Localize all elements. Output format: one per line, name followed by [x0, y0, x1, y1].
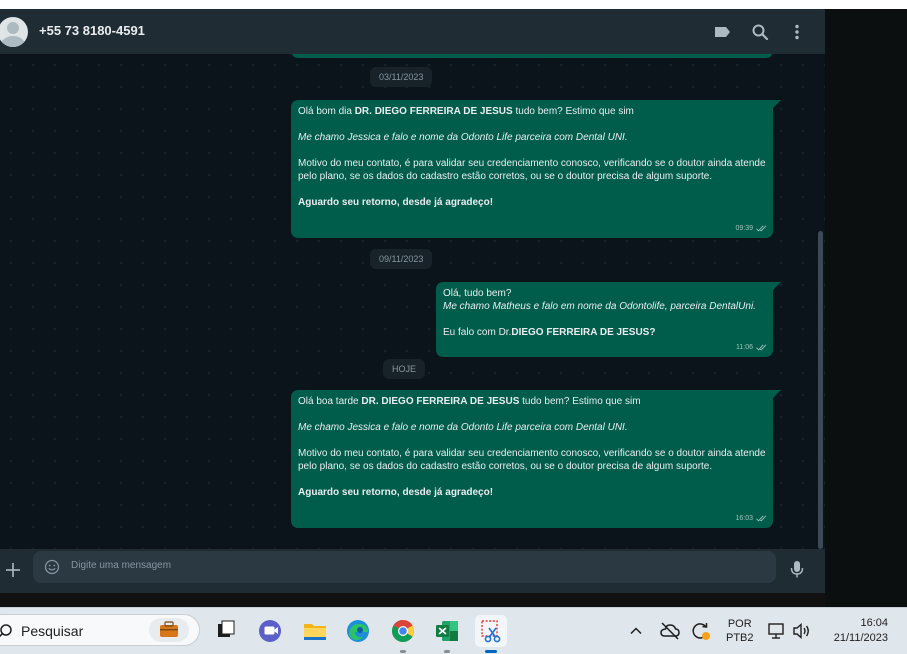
avatar[interactable]	[0, 17, 28, 47]
message-list[interactable]: 03/11/2023 Olá bom dia DR. DIEGO FERREIR…	[0, 54, 825, 549]
message-meta: 11:06	[736, 341, 768, 354]
clock-time: 16:04	[860, 617, 888, 629]
outgoing-message[interactable]: Olá bom dia DR. DIEGO FERREIRA DE JESUS …	[291, 100, 781, 238]
date-chip: HOJE	[383, 359, 426, 379]
windows-taskbar: Pesquisar POR PTB2 16:04 21/11/2023	[0, 607, 907, 654]
snipping-tool-app[interactable]	[475, 615, 507, 653]
system-clock[interactable]: 16:04 21/11/2023	[826, 616, 888, 646]
search-label: Pesquisar	[21, 623, 84, 639]
message-meta: 09:39	[735, 222, 768, 235]
date-chip: 03/11/2023	[370, 67, 433, 87]
language-code: POR	[727, 618, 752, 630]
chat-scrollbar[interactable]	[818, 231, 823, 549]
volume-icon[interactable]	[791, 621, 813, 641]
message-placeholder: Digite uma mensagem	[71, 560, 172, 571]
file-explorer-icon[interactable]	[299, 615, 331, 647]
edge-icon[interactable]	[342, 615, 374, 647]
label-icon[interactable]	[711, 21, 733, 43]
search-icon	[0, 624, 12, 638]
window-gap	[0, 593, 825, 607]
teams-icon[interactable]	[254, 615, 286, 647]
double-check-icon	[756, 515, 767, 522]
taskbar-search[interactable]: Pesquisar	[0, 614, 200, 646]
message-composer: Digite uma mensagem	[0, 549, 825, 593]
keyboard-layout: PTB2	[726, 632, 754, 644]
outgoing-message[interactable]: Olá boa tarde DR. DIEGO FERREIRA DE JESU…	[291, 390, 781, 528]
input-language[interactable]: POR PTB2	[726, 617, 754, 645]
task-view-icon[interactable]	[210, 615, 242, 647]
message-time: 09:39	[735, 225, 753, 232]
date-chip: 09/11/2023	[370, 249, 433, 269]
plus-icon[interactable]	[4, 559, 22, 581]
clock-date: 21/11/2023	[833, 632, 888, 644]
snipping-tool-icon	[481, 620, 501, 643]
search-icon[interactable]	[749, 21, 771, 43]
message-input[interactable]: Digite uma mensagem	[33, 551, 776, 583]
cloud-offline-icon[interactable]	[659, 621, 681, 641]
network-icon[interactable]	[767, 621, 787, 641]
menu-icon[interactable]	[786, 21, 808, 43]
sync-warning-icon[interactable]	[690, 620, 712, 642]
excel-app[interactable]	[431, 615, 463, 653]
background-window	[825, 9, 907, 607]
top-edge	[0, 0, 907, 9]
microphone-icon[interactable]	[789, 558, 805, 580]
chrome-app[interactable]	[387, 615, 419, 653]
chat-header: +55 73 8180-4591	[0, 9, 825, 54]
excel-icon	[436, 621, 458, 641]
outgoing-message[interactable]: Olá, tudo bem? Me chamo Matheus e falo e…	[436, 282, 781, 357]
whatsapp-chat-window: +55 73 8180-4591 03/11/2023 Olá bom dia …	[0, 9, 825, 593]
chrome-icon	[392, 620, 414, 642]
double-check-icon	[756, 344, 767, 351]
message-time: 11:06	[736, 344, 753, 351]
previous-message-edge	[291, 54, 773, 58]
chevron-up-icon[interactable]	[628, 623, 644, 639]
briefcase-icon	[149, 618, 189, 642]
contact-name[interactable]: +55 73 8180-4591	[39, 23, 145, 38]
emoji-icon[interactable]	[44, 559, 60, 575]
message-meta: 16:03	[735, 512, 768, 525]
message-time: 16:03	[735, 515, 753, 522]
double-check-icon	[756, 225, 767, 232]
